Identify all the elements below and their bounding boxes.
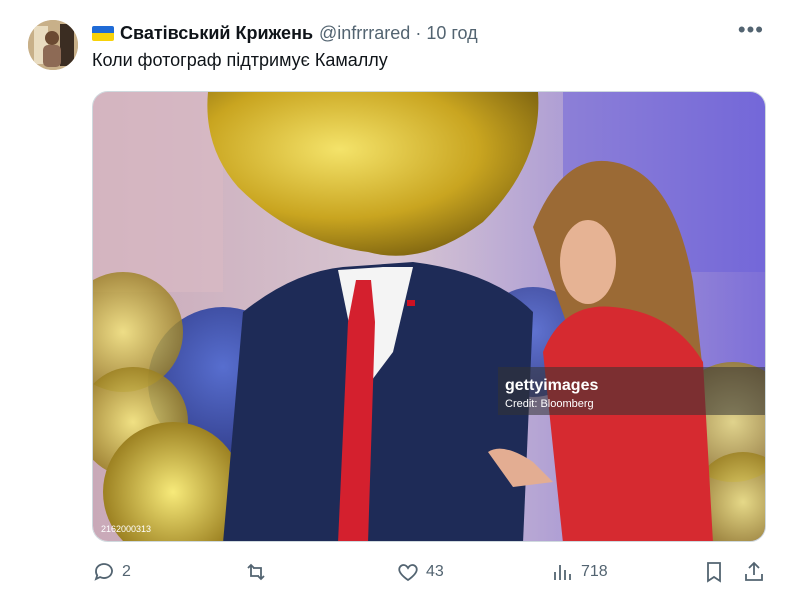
reply-icon [94,563,113,581]
tweet-actions: 2 43 718 [92,558,772,586]
bookmark-button[interactable] [702,558,726,586]
avatar-image [28,20,78,70]
watermark-brand: gettyimages [505,377,598,394]
views-count: 718 [581,563,608,580]
media-image: gettyimages Credit: Bloomberg 2162000313 [93,92,765,541]
tweet-media[interactable]: gettyimages Credit: Bloomberg 2162000313 [92,91,766,542]
reply-button[interactable]: 2 [92,558,131,586]
retweet-button[interactable] [244,558,274,586]
views-button[interactable]: 718 [551,558,608,586]
timestamp[interactable]: 10 год [426,23,477,44]
share-icon [745,561,763,581]
author-handle[interactable]: @infrrrared [319,23,410,44]
ukraine-flag-icon [92,25,114,41]
reply-count: 2 [122,563,131,580]
views-icon [554,565,571,580]
share-button[interactable] [742,558,766,586]
author-name[interactable]: Сватівський Крижень [120,23,313,44]
tweet-text: Коли фотограф підтримує Камаллу [92,50,388,70]
avatar[interactable] [28,20,78,70]
tweet-header: Сватівський Крижень @infrrrared · 10 год… [92,19,774,46]
retweet-icon [247,563,265,581]
image-id: 2162000313 [101,524,151,534]
watermark-credit: Credit: Bloomberg [505,398,594,410]
like-button[interactable]: 43 [396,558,444,586]
more-icon[interactable]: ••• [738,19,764,41]
bookmark-icon [707,562,721,583]
separator: · [415,22,422,43]
like-count: 43 [426,563,444,580]
like-icon [398,564,418,582]
